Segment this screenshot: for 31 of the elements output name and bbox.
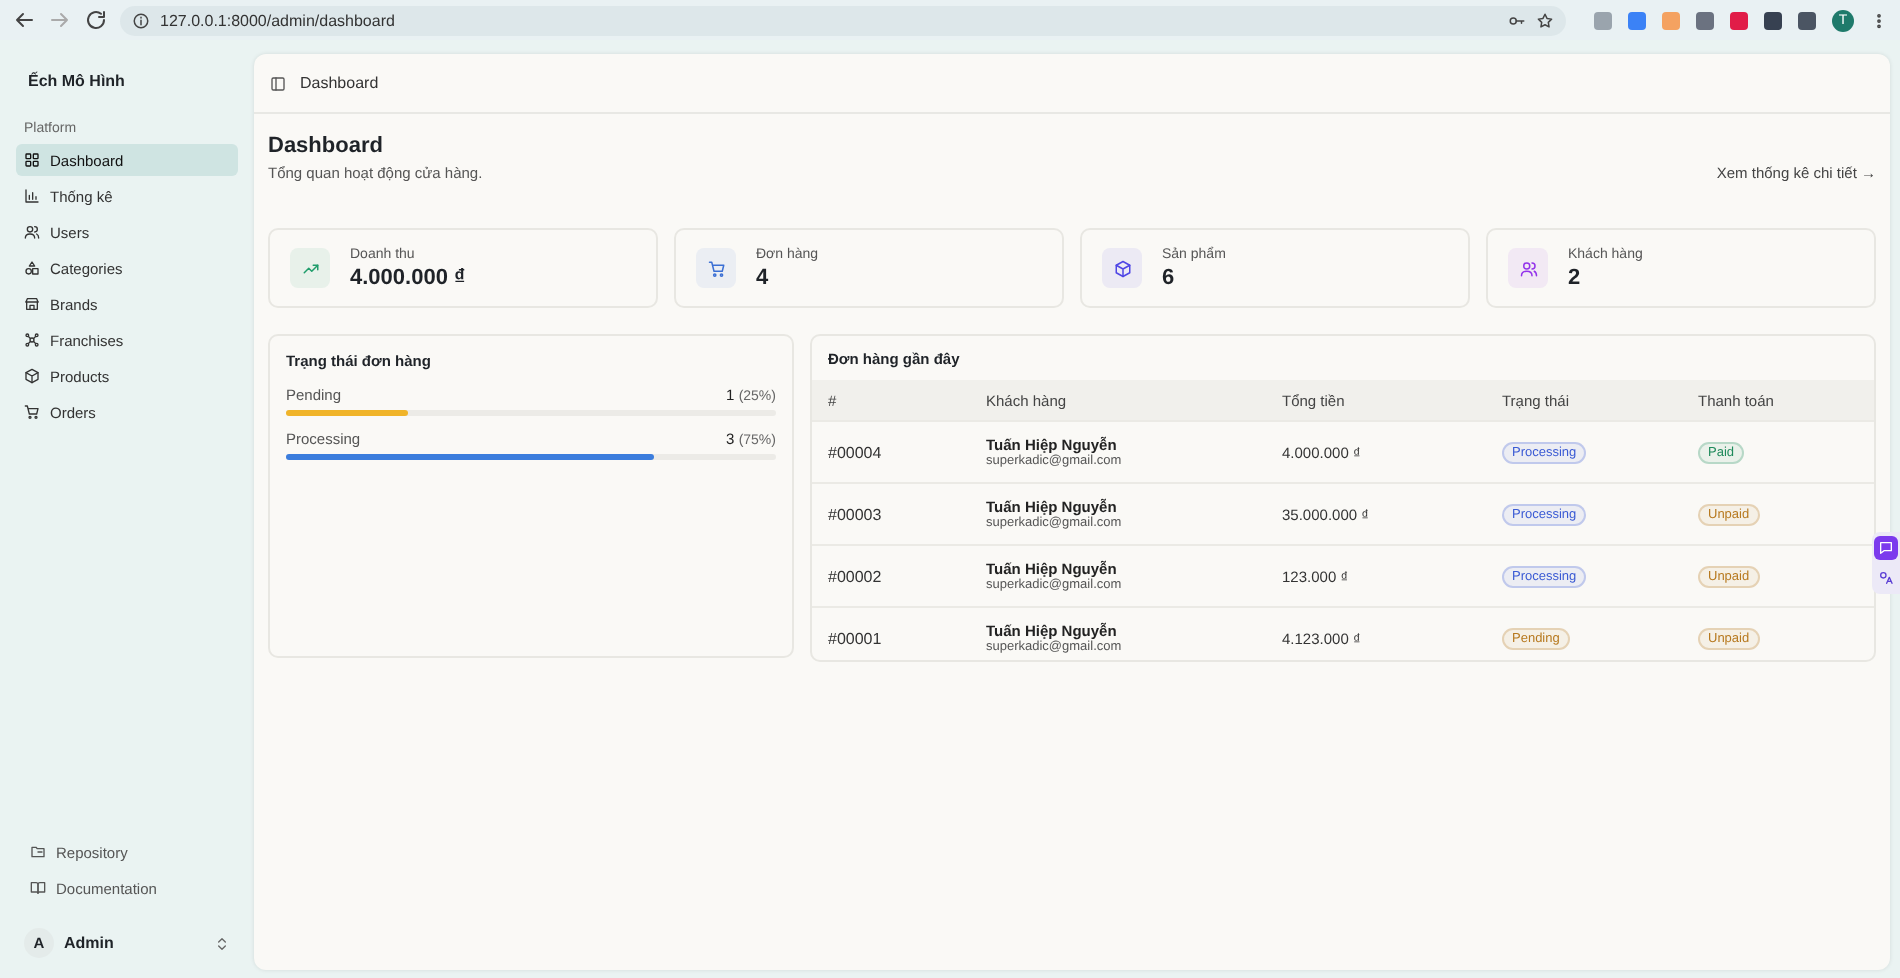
book-icon [30,880,46,896]
page-title: Dashboard [268,134,385,158]
cart-icon [24,404,40,420]
brand-name: Ếch Mô Hình [26,69,127,94]
site-info-icon[interactable] [132,11,150,29]
stat-value: 6 [1162,265,1177,289]
reload-icon[interactable] [84,8,108,32]
chevron-up-down-icon [214,935,230,951]
grid-icon [24,152,40,168]
shapes-icon [24,260,40,276]
key-icon[interactable] [1508,11,1526,29]
back-icon[interactable] [12,8,36,32]
folder-icon [30,844,46,860]
stat-value: 4 [756,265,771,289]
network-icon [24,332,40,348]
box-icon [24,368,40,384]
order-id: #00004 [828,443,882,461]
users-icon [24,224,40,240]
sidebar-toggle-icon[interactable] [270,75,286,91]
store-icon [24,296,40,312]
order-id: #00003 [828,505,882,523]
stat-value: 2 [1568,265,1583,289]
order-id: #00002 [828,567,882,585]
order-id: #00001 [828,629,882,647]
star-icon[interactable] [1536,11,1554,29]
address-bar[interactable]: 127.0.0.1:8000/admin/dashboard [120,5,1566,35]
chat-icon[interactable] [1874,536,1898,560]
translate-icon[interactable] [1874,566,1898,590]
stat-value: 4.000.000 ₫ [350,265,466,289]
bar-chart-icon [24,188,40,204]
breadcrumb: Dashboard [300,74,379,92]
